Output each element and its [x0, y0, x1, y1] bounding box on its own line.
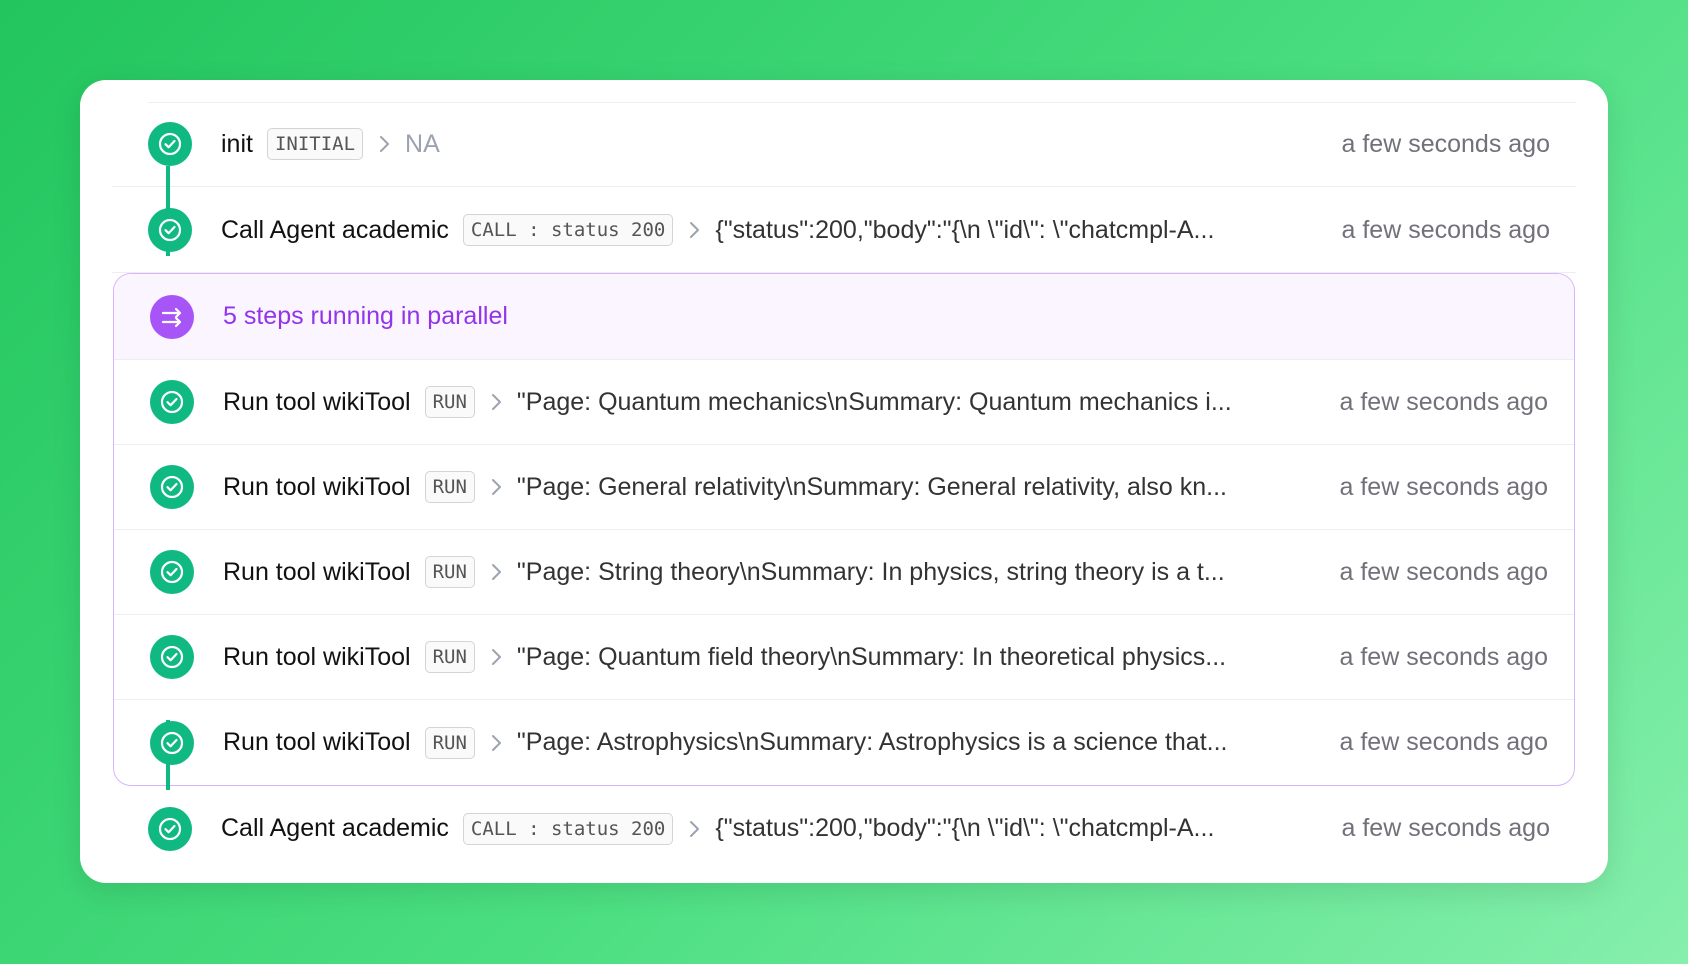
- step-output: {"status":200,"body":"{\n \"id\": \"chat…: [715, 814, 1215, 842]
- chevron-right-icon[interactable]: [687, 818, 703, 840]
- step-title: Run tool wikiTool: [223, 728, 411, 756]
- step-timestamp: a few seconds ago: [1339, 387, 1548, 416]
- step-row-run-tool[interactable]: Run tool wikiTool RUN "Page: General rel…: [114, 445, 1574, 530]
- step-title: Run tool wikiTool: [223, 472, 411, 501]
- step-output: "Page: Astrophysics\nSummary: Astrophysi…: [516, 728, 1228, 756]
- step-timestamp: a few seconds ago: [1341, 129, 1550, 158]
- step-type-badge: RUN: [424, 726, 475, 759]
- step-timestamp: a few seconds ago: [1339, 557, 1548, 586]
- step-title: Run tool wikiTool: [223, 387, 411, 416]
- check-circle-icon: [148, 806, 192, 851]
- step-output: "Page: String theory\nSummary: In physic…: [516, 557, 1225, 586]
- step-timestamp: a few seconds ago: [1341, 215, 1550, 244]
- step-type-badge: RUN: [424, 471, 475, 503]
- check-circle-icon: [150, 635, 194, 679]
- check-circle-icon: [150, 550, 194, 594]
- step-type-badge: CALL : status 200: [462, 214, 674, 246]
- step-timestamp: a few seconds ago: [1339, 642, 1548, 671]
- step-output: "Page: Quantum mechanics\nSummary: Quant…: [516, 387, 1232, 416]
- check-circle-icon: [150, 380, 194, 424]
- chevron-right-icon[interactable]: [489, 646, 505, 668]
- step-timestamp: a few seconds ago: [1339, 472, 1548, 501]
- step-title: Call Agent academic: [221, 215, 449, 244]
- parallel-arrows-icon: [150, 294, 194, 339]
- step-title: Run tool wikiTool: [223, 557, 411, 586]
- step-type-badge: INITIAL: [266, 128, 364, 160]
- step-row-call-agent[interactable]: Call Agent academic CALL : status 200 {"…: [112, 786, 1576, 871]
- workflow-steps-card: init INITIAL NA a few seconds ago Call A…: [80, 80, 1608, 883]
- step-title: Call Agent academic: [221, 814, 449, 842]
- step-row-run-tool[interactable]: Run tool wikiTool RUN "Page: Quantum mec…: [114, 360, 1574, 445]
- chevron-right-icon[interactable]: [687, 219, 703, 241]
- step-row-run-tool[interactable]: Run tool wikiTool RUN "Page: Astrophysic…: [114, 700, 1574, 785]
- step-output: "Page: Quantum field theory\nSummary: In…: [516, 642, 1227, 671]
- step-type-badge: RUN: [424, 386, 475, 418]
- step-row-run-tool[interactable]: Run tool wikiTool RUN "Page: Quantum fie…: [114, 615, 1574, 700]
- chevron-right-icon[interactable]: [489, 476, 505, 498]
- step-timestamp: a few seconds ago: [1341, 814, 1550, 842]
- step-title: Run tool wikiTool: [223, 642, 411, 671]
- parallel-group-header[interactable]: 5 steps running in parallel: [114, 274, 1574, 360]
- step-timestamp: a few seconds ago: [1339, 728, 1548, 756]
- check-circle-icon: [150, 465, 194, 509]
- check-circle-icon: [148, 122, 192, 166]
- step-type-badge: CALL : status 200: [462, 812, 674, 845]
- chevron-right-icon[interactable]: [489, 561, 505, 583]
- step-row-init[interactable]: init INITIAL NA a few seconds ago: [112, 102, 1576, 187]
- step-type-badge: RUN: [424, 556, 475, 588]
- chevron-right-icon[interactable]: [489, 391, 505, 413]
- check-circle-icon: [150, 720, 194, 765]
- step-output: NA: [405, 129, 440, 158]
- chevron-right-icon[interactable]: [489, 732, 505, 754]
- step-output: {"status":200,"body":"{\n \"id\": \"chat…: [715, 215, 1215, 244]
- check-circle-icon: [148, 208, 192, 252]
- parallel-steps-group: 5 steps running in parallel Run tool wik…: [113, 273, 1575, 786]
- step-output: "Page: General relativity\nSummary: Gene…: [516, 472, 1228, 501]
- step-type-badge: RUN: [424, 641, 475, 673]
- step-row-call-agent[interactable]: Call Agent academic CALL : status 200 {"…: [112, 188, 1576, 273]
- step-row-run-tool[interactable]: Run tool wikiTool RUN "Page: String theo…: [114, 530, 1574, 615]
- parallel-group-label: 5 steps running in parallel: [223, 302, 508, 330]
- step-title: init: [221, 129, 253, 158]
- chevron-right-icon[interactable]: [377, 133, 393, 155]
